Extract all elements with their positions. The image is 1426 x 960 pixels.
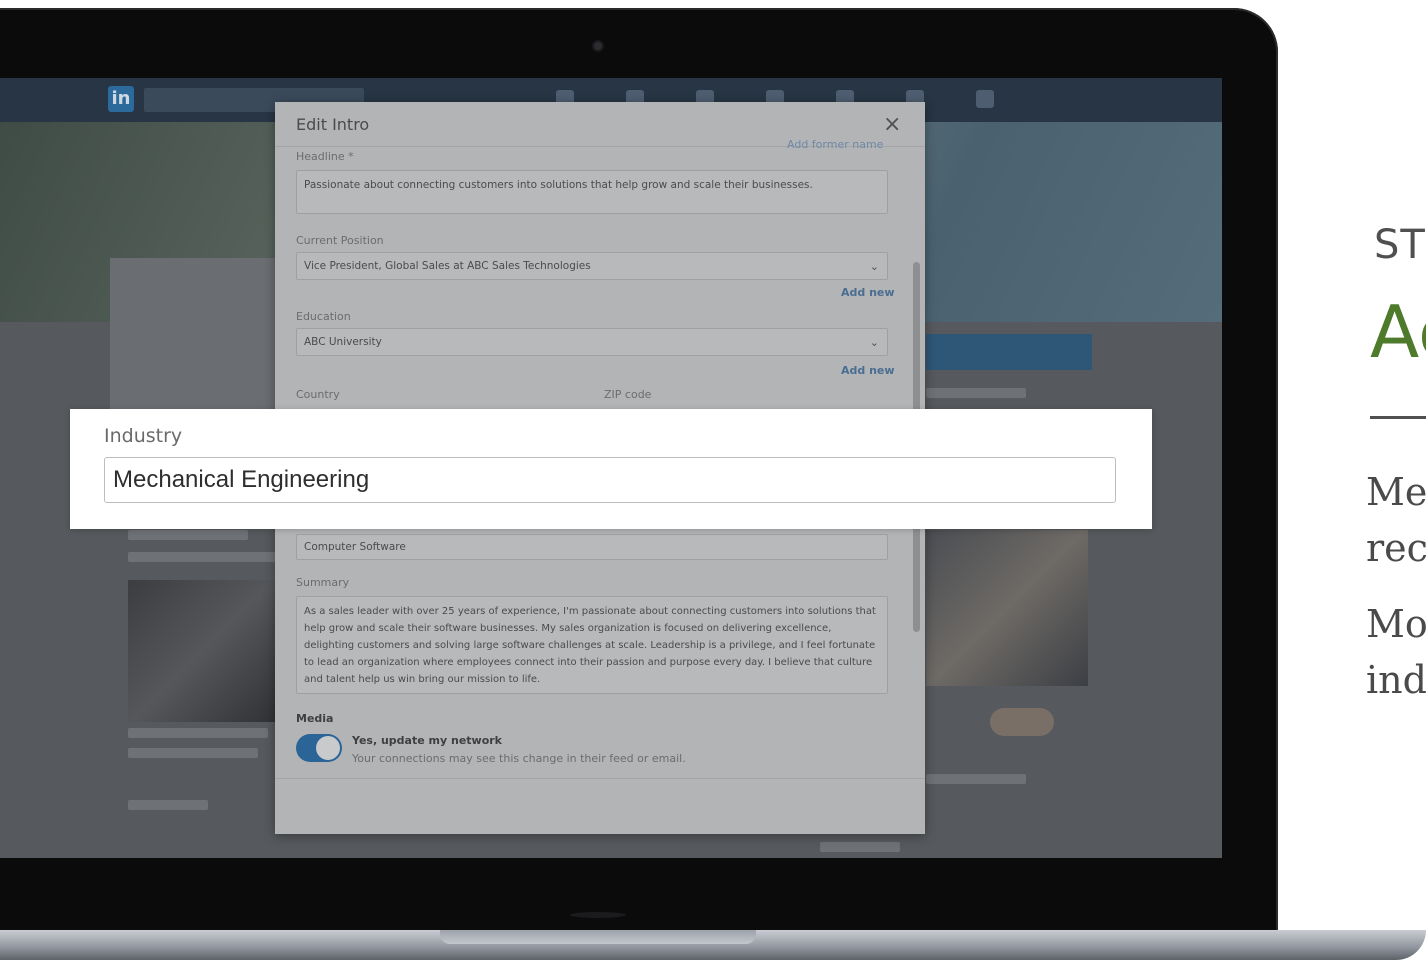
- current-position-value: Vice President, Global Sales at ABC Sale…: [304, 260, 591, 272]
- education-select[interactable]: ABC University ⌄: [296, 328, 888, 356]
- body-line-2: rec: [1366, 526, 1426, 570]
- education-value: ABC University: [304, 336, 382, 348]
- activity-heading: [128, 530, 248, 540]
- laptop-hinge: [570, 912, 626, 918]
- chevron-down-icon: ⌄: [869, 336, 879, 349]
- add-position-link[interactable]: Add new: [841, 286, 895, 299]
- summary-label: Summary: [296, 576, 350, 589]
- modal-footer: [275, 778, 925, 835]
- headline-input[interactable]: Passionate about connecting customers in…: [296, 170, 888, 214]
- see-all-posts-link[interactable]: [128, 800, 208, 810]
- step-label: ST: [1374, 222, 1426, 268]
- current-position-select[interactable]: Vice President, Global Sales at ABC Sale…: [296, 252, 888, 280]
- sidebar-line: [926, 388, 1026, 398]
- promo-image: [926, 530, 1088, 686]
- activity-subheading: [128, 552, 278, 562]
- post-image: [128, 580, 278, 722]
- education-label: Education: [296, 310, 351, 323]
- post-meta: [128, 748, 258, 758]
- modal-title: Edit Intro: [296, 115, 370, 134]
- current-position-label: Current Position: [296, 234, 384, 247]
- headline-label: Headline *: [296, 150, 354, 163]
- add-section-button[interactable]: [926, 334, 1092, 370]
- zip-code-label: ZIP code: [604, 388, 652, 401]
- country-label: Country: [296, 388, 340, 401]
- industry-input[interactable]: Mechanical Engineering: [104, 457, 1116, 503]
- connection-avatars: [990, 708, 1054, 736]
- industry-highlight-panel: Industry Mechanical Engineering: [70, 409, 1152, 529]
- camera-icon: [594, 42, 602, 50]
- contact-info-line: [926, 774, 1026, 784]
- update-network-toggle[interactable]: [296, 734, 342, 762]
- media-label: Media: [296, 712, 334, 725]
- see-more-link[interactable]: [820, 842, 900, 852]
- toggle-title: Yes, update my network: [352, 734, 502, 747]
- summary-textarea[interactable]: As a sales leader with over 25 years of …: [296, 596, 888, 694]
- add-former-name-link[interactable]: Add former name: [787, 138, 883, 151]
- work-grid-icon[interactable]: [976, 90, 994, 108]
- body-line-1: Me: [1366, 470, 1426, 514]
- laptop-base-notch: [440, 930, 756, 944]
- slide-title: Ac: [1370, 290, 1426, 374]
- chevron-down-icon: ⌄: [869, 260, 879, 273]
- toggle-knob: [316, 736, 340, 760]
- close-icon[interactable]: ×: [883, 112, 901, 137]
- industry-input-dim[interactable]: Computer Software: [296, 534, 888, 560]
- add-education-link[interactable]: Add new: [841, 364, 895, 377]
- body-line-4: ind: [1366, 658, 1426, 702]
- post-title: [128, 728, 268, 738]
- industry-label: Industry: [104, 425, 183, 447]
- body-line-3: Mo: [1366, 602, 1426, 646]
- toggle-subtitle: Your connections may see this change in …: [352, 752, 686, 765]
- title-divider: [1370, 416, 1426, 419]
- linkedin-logo-icon: in: [108, 86, 134, 112]
